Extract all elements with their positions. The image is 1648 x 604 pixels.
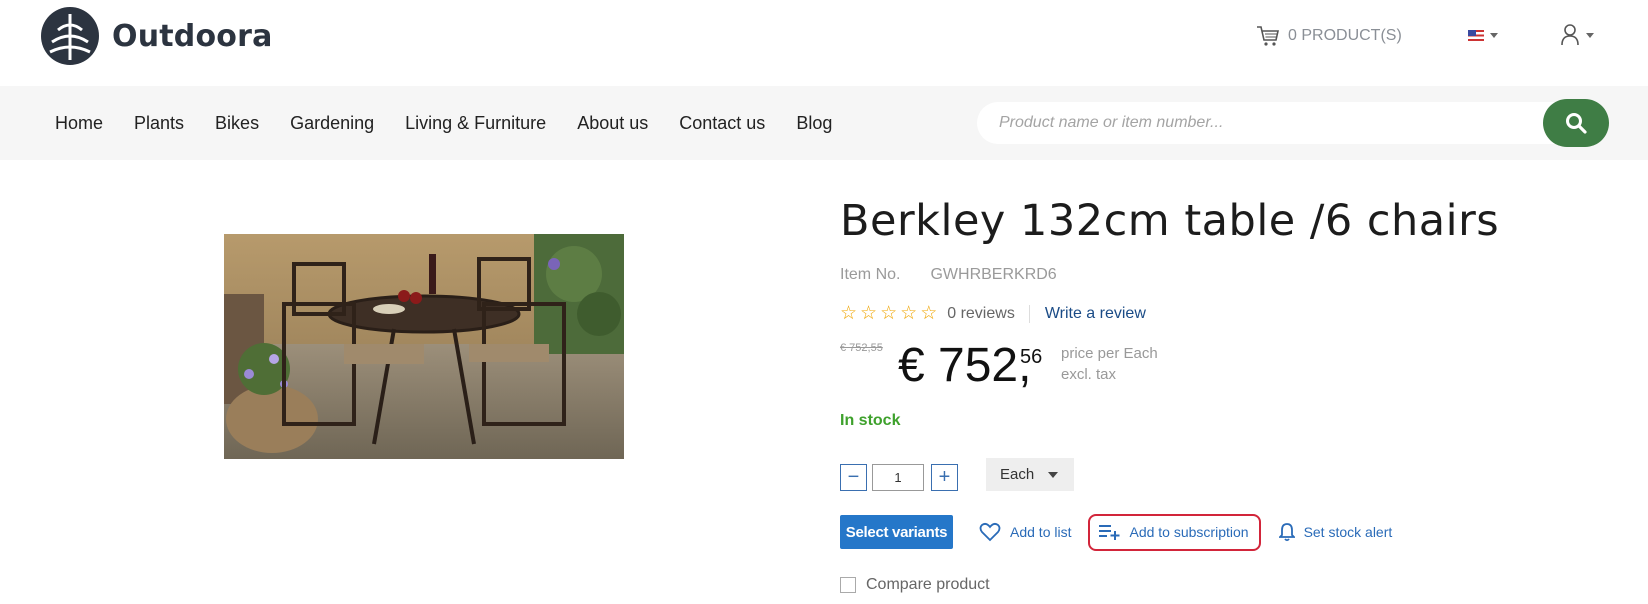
- search-input[interactable]: [977, 102, 1537, 144]
- user-icon: [1561, 24, 1579, 46]
- write-review-link[interactable]: Write a review: [1045, 305, 1146, 323]
- rating-row: ☆ ☆ ☆ ☆ ☆ 0 reviews Write a review: [840, 304, 1146, 323]
- bell-icon: [1278, 523, 1295, 542]
- site-header: Outdoora 0 PRODUCT(S): [0, 0, 1648, 86]
- product-actions: Select variants Add to list Add to subsc…: [840, 513, 1393, 551]
- add-to-list-label: Add to list: [1010, 524, 1072, 540]
- star-icon: ☆: [840, 303, 858, 324]
- star-rating: ☆ ☆ ☆ ☆ ☆: [840, 304, 937, 323]
- nav-item-about-us[interactable]: About us: [577, 113, 648, 134]
- nav-item-blog[interactable]: Blog: [796, 113, 832, 134]
- search-icon: [1566, 113, 1587, 134]
- quantity-input[interactable]: 1: [872, 464, 924, 491]
- cart-button[interactable]: 0 PRODUCT(S): [1256, 24, 1402, 48]
- star-icon: ☆: [920, 303, 938, 324]
- main-navigation-bar: Home Plants Bikes Gardening Living & Fur…: [0, 86, 1648, 160]
- price-note: price per Each excl. tax: [1061, 343, 1158, 385]
- nav-item-gardening[interactable]: Gardening: [290, 113, 374, 134]
- nav-item-living-furniture[interactable]: Living & Furniture: [405, 113, 546, 134]
- star-icon: ☆: [900, 303, 918, 324]
- heart-icon: [979, 522, 1001, 542]
- product-image[interactable]: [224, 234, 624, 459]
- add-to-subscription-label: Add to subscription: [1129, 524, 1249, 540]
- price-per-unit: price per Each: [1061, 345, 1158, 362]
- nav-item-bikes[interactable]: Bikes: [215, 113, 259, 134]
- review-count[interactable]: 0 reviews: [947, 304, 1030, 323]
- compare-label: Compare product: [866, 576, 990, 593]
- language-selector[interactable]: [1468, 30, 1498, 41]
- star-icon: ☆: [860, 303, 878, 324]
- quantity-stepper: − 1 +: [840, 464, 958, 491]
- set-stock-alert-button[interactable]: Set stock alert: [1278, 522, 1393, 542]
- product-title: Berkley 132cm table /6 chairs: [840, 196, 1500, 246]
- item-number: Item No. GWHRBERKRD6: [840, 266, 1057, 284]
- price-decimals: 56: [1020, 346, 1043, 368]
- unit-of-measure-select[interactable]: Each: [986, 458, 1074, 491]
- decrease-quantity-button[interactable]: −: [840, 464, 867, 491]
- nav-item-contact-us[interactable]: Contact us: [679, 113, 765, 134]
- item-number-label: Item No.: [840, 266, 901, 283]
- set-stock-alert-label: Set stock alert: [1303, 524, 1393, 540]
- stock-status: In stock: [840, 412, 901, 429]
- tree-logo-icon: [41, 7, 99, 65]
- item-number-value: GWHRBERKRD6: [930, 266, 1057, 283]
- compare-checkbox[interactable]: [840, 577, 856, 593]
- select-variants-button[interactable]: Select variants: [840, 515, 953, 549]
- chevron-down-icon: [1490, 33, 1498, 38]
- search-button[interactable]: [1543, 99, 1609, 147]
- main-nav: Home Plants Bikes Gardening Living & Fur…: [55, 113, 863, 134]
- unit-selected-value: Each: [1000, 466, 1035, 483]
- compare-product[interactable]: Compare product: [840, 576, 990, 594]
- increase-quantity-button[interactable]: +: [931, 464, 958, 491]
- brand-name: Outdoora: [112, 18, 273, 54]
- search-bar: [977, 99, 1609, 147]
- price-main: € 752,: [898, 339, 1032, 392]
- patio-furniture-photo: [224, 234, 624, 459]
- old-price: € 752,55: [840, 342, 883, 354]
- playlist-add-icon: [1099, 525, 1120, 540]
- chevron-down-icon: [1048, 471, 1059, 478]
- account-menu[interactable]: [1560, 24, 1594, 46]
- nav-item-plants[interactable]: Plants: [134, 113, 184, 134]
- chevron-down-icon: [1586, 32, 1594, 38]
- add-to-subscription-button[interactable]: Add to subscription: [1088, 513, 1261, 551]
- us-flag-icon: [1468, 30, 1484, 41]
- star-icon: ☆: [880, 303, 898, 324]
- add-to-list-button[interactable]: Add to list: [979, 522, 1071, 542]
- cart-icon: [1257, 26, 1279, 46]
- cart-count-label: 0 PRODUCT(S): [1288, 27, 1402, 44]
- price-tax-note: excl. tax: [1061, 366, 1117, 383]
- logo[interactable]: Outdoora: [40, 6, 273, 66]
- nav-item-home[interactable]: Home: [55, 113, 103, 134]
